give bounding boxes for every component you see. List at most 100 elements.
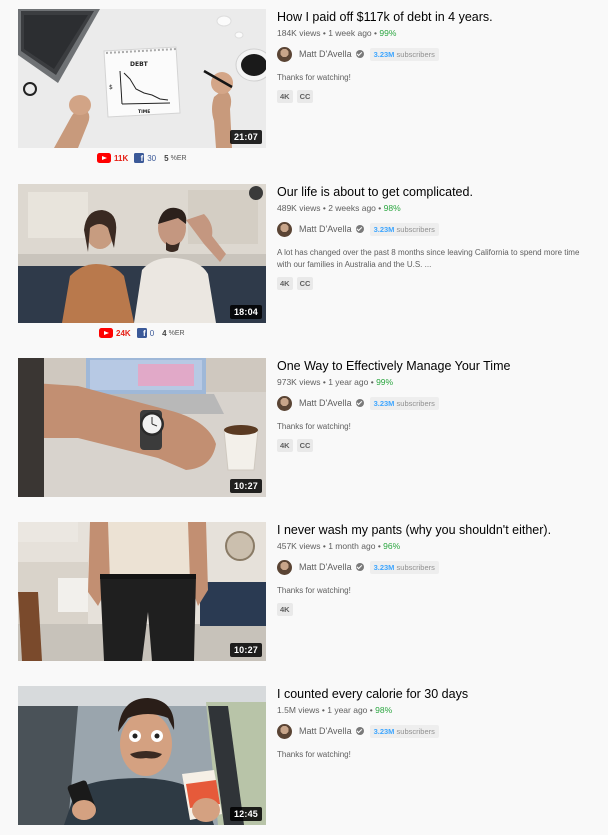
engagement-rate-label: %ER — [170, 154, 187, 162]
video-list: DEBT TIME $ 21:07 How I paid off $117k o… — [0, 0, 608, 835]
channel-row: Matt D'Avella 3.23M subscribers — [277, 723, 597, 739]
channel-avatar[interactable] — [277, 221, 292, 237]
video-stats: 1.5M views • 1 year ago • 98% — [277, 705, 597, 715]
channel-name[interactable]: Matt D'Avella — [299, 224, 352, 234]
notebook-debt-graph-icon: DEBT TIME $ — [103, 46, 181, 118]
video-item: 18:04 Our life is about to get complicat… — [0, 184, 608, 349]
captions-badge: CC — [296, 439, 314, 452]
video-title[interactable]: I never wash my pants (why you shouldn't… — [277, 522, 597, 538]
verified-check-icon — [355, 563, 364, 571]
subscriber-label: subscribers — [396, 726, 435, 736]
video-duration: 10:27 — [229, 479, 262, 493]
quality-badge-4k: 4K — [277, 603, 293, 616]
thumbnail-dollar-label: $ — [109, 84, 113, 91]
like-ratio: 96% — [383, 541, 401, 551]
subscriber-badge: 3.23M subscribers — [369, 560, 439, 574]
video-item: DEBT TIME $ 21:07 How I paid off $117k o… — [0, 9, 608, 174]
badge-row: 4K — [277, 603, 597, 616]
video-duration: 18:04 — [229, 305, 262, 319]
youtube-icon — [97, 153, 111, 163]
subscriber-count: 3.23M — [373, 49, 395, 59]
video-thumbnail[interactable]: 18:04 — [18, 184, 266, 323]
video-stats: 973K views • 1 year ago • 99% — [277, 377, 597, 387]
video-stats: 489K views • 2 weeks ago • 98% — [277, 203, 597, 213]
thumbnail-debt-label: DEBT — [130, 61, 149, 68]
video-duration: 10:27 — [229, 643, 262, 657]
channel-avatar[interactable] — [277, 559, 292, 575]
video-thumbnail[interactable]: 10:27 — [18, 358, 266, 497]
video-item: 10:27 I never wash my pants (why you sho… — [0, 522, 608, 687]
badge-row: 4K CC — [277, 90, 597, 103]
view-count: 1.5M views — [277, 705, 320, 715]
like-ratio: 98% — [375, 705, 393, 715]
video-duration: 21:07 — [229, 130, 262, 144]
facebook-share-count: 30 — [147, 153, 157, 163]
coffee-cup-icon — [223, 425, 259, 471]
video-meta: One Way to Effectively Manage Your Time … — [277, 358, 597, 452]
video-thumbnail[interactable]: 10:27 — [18, 522, 266, 661]
subscriber-label: subscribers — [396, 398, 435, 408]
badge-row: 4K CC — [277, 439, 597, 452]
thumbnail-image — [18, 686, 266, 825]
like-ratio: 98% — [383, 203, 401, 213]
like-ratio: 99% — [379, 28, 397, 38]
quality-badge-4k: 4K — [277, 277, 293, 290]
verified-check-icon — [355, 727, 364, 735]
youtube-like-count: 11K — [114, 153, 129, 163]
thumbnail-image — [18, 358, 266, 497]
video-description: Thanks for watching! — [277, 422, 351, 431]
subscriber-badge: 3.23M subscribers — [369, 47, 439, 61]
engagement-rate-value: 4 — [162, 328, 167, 338]
captions-badge: CC — [296, 90, 314, 103]
subscriber-badge: 3.23M subscribers — [369, 724, 439, 738]
channel-avatar[interactable] — [277, 723, 292, 739]
engagement-rate-label: %ER — [168, 329, 185, 337]
thumbnail-time-label: TIME — [138, 109, 150, 115]
channel-name[interactable]: Matt D'Avella — [299, 562, 352, 572]
youtube-like-count: 24K — [116, 328, 131, 338]
video-title[interactable]: How I paid off $117k of debt in 4 years. — [277, 9, 597, 25]
subscriber-badge: 3.23M subscribers — [369, 222, 439, 236]
video-meta: How I paid off $117k of debt in 4 years.… — [277, 9, 597, 103]
video-title[interactable]: I counted every calorie for 30 days — [277, 686, 597, 702]
channel-row: Matt D'Avella 3.23M subscribers — [277, 559, 597, 575]
view-count: 973K views — [277, 377, 321, 387]
social-stats: 11K f 30 5 %ER — [97, 153, 187, 163]
video-description: Thanks for watching! — [277, 73, 351, 82]
video-meta: I never wash my pants (why you shouldn't… — [277, 522, 597, 616]
channel-row: Matt D'Avella 3.23M subscribers — [277, 395, 597, 411]
video-stats: 457K views • 1 month ago • 96% — [277, 541, 597, 551]
video-description: Thanks for watching! — [277, 750, 351, 759]
video-thumbnail[interactable]: DEBT TIME $ 21:07 — [18, 9, 266, 148]
channel-row: Matt D'Avella 3.23M subscribers — [277, 46, 597, 62]
video-meta: Our life is about to get complicated. 48… — [277, 184, 597, 290]
channel-avatar[interactable] — [277, 46, 292, 62]
video-title[interactable]: One Way to Effectively Manage Your Time — [277, 358, 597, 374]
video-description: Thanks for watching! — [277, 586, 351, 595]
channel-name[interactable]: Matt D'Avella — [299, 398, 352, 408]
facebook-share-count: 0 — [149, 328, 155, 338]
thumbnail-image — [18, 522, 266, 661]
engagement-rate-value: 5 — [164, 153, 169, 163]
thumbnail-image — [18, 184, 266, 323]
subscriber-label: subscribers — [396, 224, 435, 234]
channel-name[interactable]: Matt D'Avella — [299, 49, 352, 59]
upload-age: 1 year ago — [327, 705, 368, 715]
channel-name[interactable]: Matt D'Avella — [299, 726, 352, 736]
subscriber-count: 3.23M — [373, 726, 395, 736]
view-count: 489K views — [277, 203, 321, 213]
video-title[interactable]: Our life is about to get complicated. — [277, 184, 597, 200]
channel-row: Matt D'Avella 3.23M subscribers — [277, 221, 597, 237]
facebook-icon: f — [136, 328, 147, 338]
channel-avatar[interactable] — [277, 395, 292, 411]
video-description: A lot has changed over the past 8 months… — [277, 248, 580, 269]
video-thumbnail[interactable]: 12:45 — [18, 686, 266, 825]
video-meta: I counted every calorie for 30 days 1.5M… — [277, 686, 597, 761]
video-item: 10:27 One Way to Effectively Manage Your… — [0, 358, 608, 523]
quality-badge-4k: 4K — [277, 439, 293, 452]
facebook-icon: f — [134, 153, 145, 163]
upload-age: 2 weeks ago — [328, 203, 376, 213]
youtube-icon — [99, 328, 113, 338]
subscriber-count: 3.23M — [373, 562, 395, 572]
video-stats: 184K views • 1 week ago • 99% — [277, 28, 597, 38]
